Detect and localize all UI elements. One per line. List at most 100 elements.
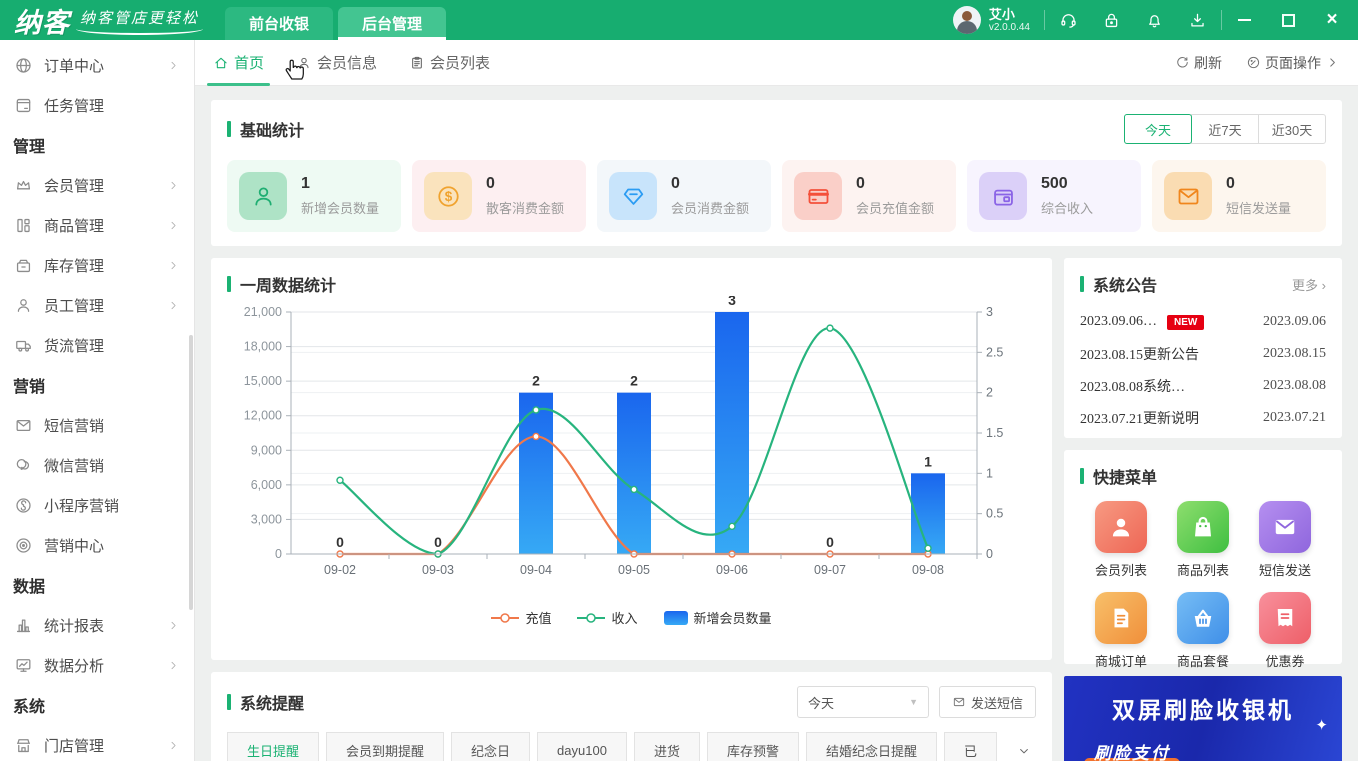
sidebar-item-短信营销[interactable]: 短信营销 [0, 405, 194, 445]
legend-item-充值[interactable]: 充值 [491, 608, 551, 627]
stat-card-散客消费金额: $0 散客消费金额 [412, 160, 586, 232]
tab-label: 会员信息 [317, 55, 378, 72]
maximize-button[interactable] [1280, 12, 1296, 28]
app-version: v2.0.0.44 [988, 22, 1030, 33]
ad-banner[interactable]: 双屏刷脸收银机 刷脸支付 ✦ ✦ [1064, 676, 1342, 761]
svg-text:9,000: 9,000 [251, 443, 282, 457]
sidebar-item-库存管理[interactable]: 库存管理 [0, 245, 194, 285]
avatar[interactable] [952, 6, 981, 34]
sidebar-item-会员管理[interactable]: 会员管理 [0, 165, 194, 205]
sidebar-item-label: 任务管理 [44, 97, 105, 115]
quick-menu-item-会员列表[interactable]: 会员列表 [1094, 501, 1147, 579]
diamond-icon [609, 172, 657, 220]
member-icon [239, 172, 287, 220]
header-nav-frontdesk[interactable]: 前台收银 [225, 7, 334, 40]
reminder-tab-已[interactable]: 已 [943, 732, 997, 761]
quick-menu-label: 商城订单 [1094, 654, 1147, 669]
tab-label: 首页 [234, 55, 265, 72]
reminder-date-select[interactable]: 今天 ▼ [796, 686, 929, 718]
svg-text:0: 0 [336, 534, 344, 550]
staff-icon [14, 296, 33, 315]
stat-card-会员充值金额: 0 会员充值金额 [782, 160, 956, 232]
sidebar-item-商品管理[interactable]: 商品管理 [0, 205, 194, 245]
sidebar-item-货流管理[interactable]: 货流管理 [0, 325, 194, 365]
range-button-今天[interactable]: 今天 [1124, 114, 1192, 144]
range-button-近7天[interactable]: 近7天 [1191, 114, 1259, 144]
sidebar-item-数据分析[interactable]: 数据分析 [0, 645, 194, 685]
customer-service-icon[interactable] [1059, 11, 1078, 30]
crown-icon [14, 176, 33, 195]
reminder-tab-生日提醒[interactable]: 生日提醒 [227, 732, 320, 761]
sidebar-item-小程序营销[interactable]: 小程序营销 [0, 485, 194, 525]
tab-会员信息[interactable]: 会员信息 [296, 40, 377, 86]
reminder-tab-库存预警[interactable]: 库存预警 [706, 732, 799, 761]
announcement-date: 2023.08.08 [1263, 378, 1326, 393]
svg-text:6,000: 6,000 [251, 478, 282, 492]
caret-down-icon: ▼ [909, 697, 918, 707]
tab-会员列表[interactable]: 会员列表 [409, 40, 490, 86]
chevron-right-icon [167, 219, 180, 232]
quick-menu-item-优惠券[interactable]: 优惠券 [1259, 592, 1311, 670]
svg-text:0.5: 0.5 [986, 507, 1003, 521]
page-operations-button[interactable]: 页面操作 [1246, 53, 1340, 73]
quick-menu-item-商品列表[interactable]: 商品列表 [1176, 501, 1229, 579]
sidebar-item-员工管理[interactable]: 员工管理 [0, 285, 194, 325]
user-area[interactable]: 艾小 v2.0.0.44 [952, 0, 1030, 40]
bankcard-icon [794, 172, 842, 220]
chevron-right-icon [167, 59, 180, 72]
svg-text:1: 1 [986, 466, 993, 480]
reminder-tab-dayu100[interactable]: dayu100 [537, 732, 627, 761]
sidebar-item-微信营销[interactable]: 微信营销 [0, 445, 194, 485]
quick-menu-grid: 会员列表 商品列表 短信发送商城订单 商品套餐 优惠券 [1080, 501, 1326, 670]
sidebar-section-label: 管理 [13, 139, 46, 156]
refresh-icon [1175, 55, 1190, 70]
basic-stats-panel: 基础统计 今天 近7天 近30天 1 新增会员数量 $0 散客消费金额 0 会员消费金额 0 会员… [211, 100, 1342, 246]
sidebar-item-门店管理[interactable]: 门店管理 [0, 725, 194, 761]
sidebar-item-营销中心[interactable]: 营销中心 [0, 525, 194, 565]
header-nav-backoffice[interactable]: 后台管理 [338, 7, 447, 40]
announcement-row[interactable]: 2023.07.21更新说明 2023.07.21 [1080, 402, 1326, 434]
reminder-tab-会员到期提醒[interactable]: 会员到期提醒 [326, 732, 445, 761]
announcement-row[interactable]: 2023.08.15更新公告 2023.08.15 [1080, 338, 1326, 370]
minimize-button[interactable] [1236, 12, 1252, 28]
goods-icon [14, 216, 33, 235]
sidebar-item-label: 订单中心 [44, 57, 105, 75]
stat-card-新增会员数量: 1 新增会员数量 [227, 160, 401, 232]
send-sms-label: 发送短信 [970, 695, 1023, 711]
sparkle-icon: ✦ [1315, 717, 1328, 734]
bell-icon[interactable] [1145, 11, 1164, 30]
send-sms-button[interactable]: 发送短信 [938, 686, 1036, 718]
svg-text:09-07: 09-07 [814, 563, 846, 577]
store-icon [14, 736, 33, 755]
brand: 纳客 纳客管店更轻松 [0, 0, 225, 40]
refresh-button[interactable]: 刷新 [1175, 53, 1222, 73]
quick-menu-item-商品套餐[interactable]: 商品套餐 [1176, 592, 1229, 670]
sidebar-item-任务管理[interactable]: 任务管理 [0, 85, 194, 125]
close-button[interactable]: × [1324, 10, 1340, 29]
reminder-tab-结婚纪念日提醒[interactable]: 结婚纪念日提醒 [805, 732, 937, 761]
reminder-tab-纪念日[interactable]: 纪念日 [451, 732, 531, 761]
quick-menu-item-短信发送[interactable]: 短信发送 [1258, 501, 1311, 579]
reminder-tab-进货[interactable]: 进货 [633, 732, 700, 761]
expand-tabs-button[interactable] [1012, 736, 1036, 761]
tab-首页[interactable]: 首页 [206, 40, 271, 86]
legend-item-收入[interactable]: 收入 [577, 608, 638, 627]
announcement-row[interactable]: 2023.08.08系统… 2023.08.08 [1080, 370, 1326, 402]
sidebar-item-统计报表[interactable]: 统计报表 [0, 605, 194, 645]
sidebar-item-label: 微信营销 [44, 457, 105, 475]
lock-icon[interactable] [1102, 11, 1121, 30]
announcement-row[interactable]: 2023.09.06… NEW 2023.09.06 [1080, 306, 1326, 338]
quick-menu-item-商城订单[interactable]: 商城订单 [1094, 592, 1147, 670]
sidebar-item-label: 短信营销 [44, 417, 105, 435]
quick-menu-label: 短信发送 [1258, 563, 1311, 578]
announcements-more-link[interactable]: 更多 › [1292, 275, 1326, 294]
download-icon[interactable] [1188, 11, 1207, 30]
sidebar-item-订单中心[interactable]: 订单中心 [0, 45, 194, 85]
stat-cards: 1 新增会员数量 $0 散客消费金额 0 会员消费金额 0 会员充值金额 500 综合收入 0 短信发… [227, 160, 1326, 232]
sidebar-scrollbar[interactable] [189, 335, 193, 610]
announcement-title: 2023.09.06… [1080, 314, 1157, 329]
legend-item-新增会员数量[interactable]: 新增会员数量 [663, 608, 772, 627]
member-list-icon [1094, 501, 1147, 553]
announcement-title: 2023.08.08系统… [1080, 380, 1185, 395]
range-button-近30天[interactable]: 近30天 [1258, 114, 1326, 144]
